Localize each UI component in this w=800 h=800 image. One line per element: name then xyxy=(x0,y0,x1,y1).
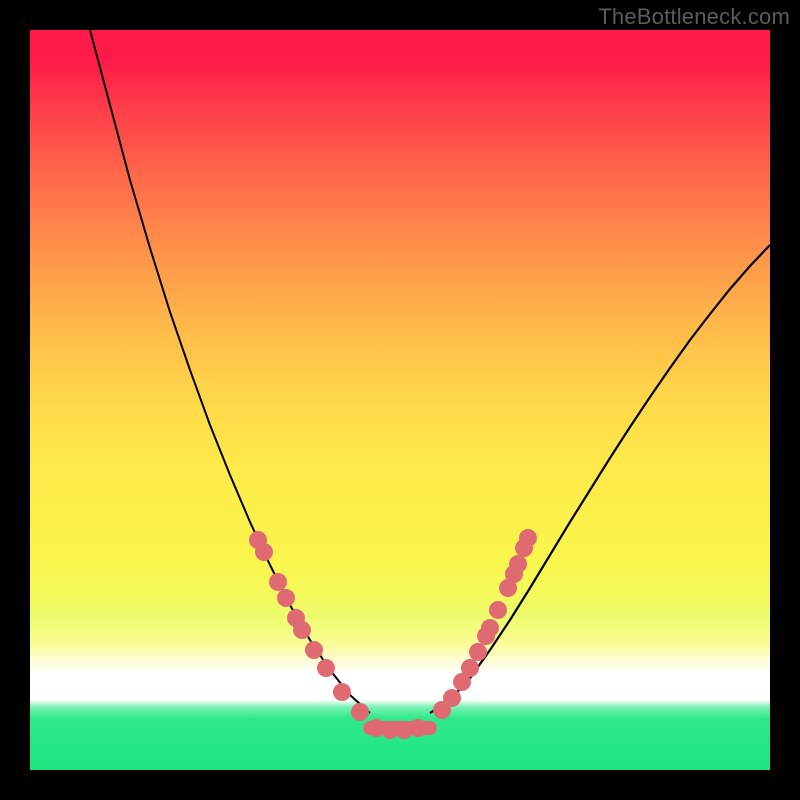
marker-dot xyxy=(509,555,527,573)
marker-dot xyxy=(481,619,499,637)
marker-dots xyxy=(249,529,537,739)
marker-dot xyxy=(443,689,461,707)
marker-dot xyxy=(255,543,273,561)
watermark-text: TheBottleneck.com xyxy=(598,4,790,30)
marker-dot xyxy=(333,683,351,701)
marker-dot xyxy=(277,589,295,607)
chart-frame: TheBottleneck.com xyxy=(0,0,800,800)
marker-dot xyxy=(469,643,487,661)
chart-svg xyxy=(30,30,770,770)
marker-dot xyxy=(461,659,479,677)
marker-dot xyxy=(317,659,335,677)
marker-dot xyxy=(409,719,427,737)
plot-area xyxy=(30,30,770,770)
marker-dot xyxy=(489,601,507,619)
marker-dot xyxy=(293,621,311,639)
marker-dot xyxy=(519,529,537,547)
marker-dot xyxy=(305,641,323,659)
marker-dot xyxy=(269,573,287,591)
left-curve xyxy=(90,30,370,713)
marker-dot xyxy=(351,703,369,721)
